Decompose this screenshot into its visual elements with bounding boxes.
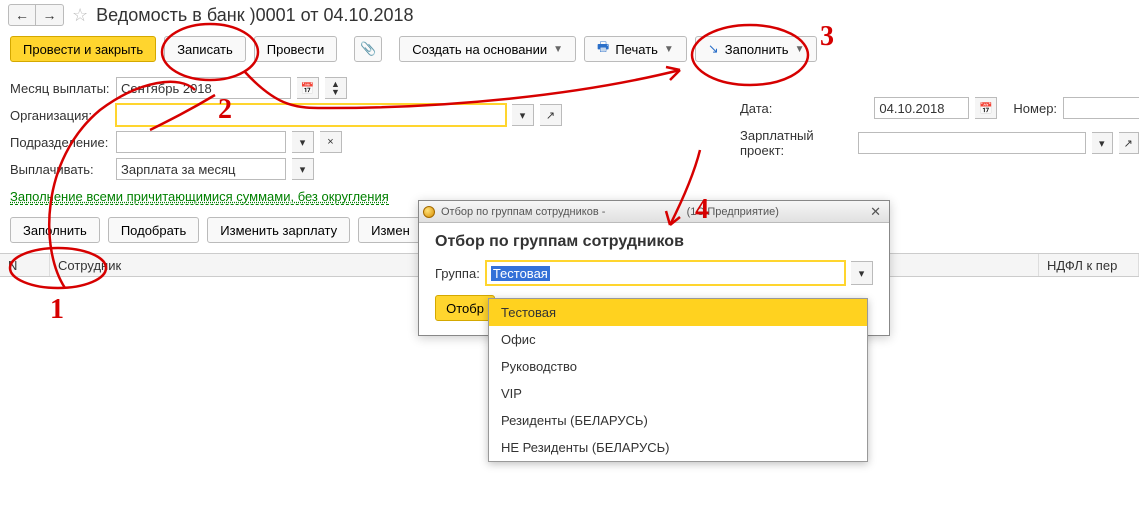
month-label: Месяц выплаты: (10, 81, 110, 96)
chevron-down-icon: ▼ (553, 44, 563, 55)
fill-button[interactable]: Заполнить (10, 217, 100, 243)
dropdown-icon[interactable]: ▾ (292, 131, 314, 153)
org-label: Организация: (10, 108, 110, 123)
calendar-icon[interactable]: 📅 (975, 97, 997, 119)
clear-icon[interactable]: × (320, 131, 342, 153)
favorite-star-icon[interactable]: ☆ (72, 5, 88, 26)
create-based-on-button[interactable]: Создать на основании ▼ (399, 36, 576, 62)
group-input[interactable]: Тестовая (486, 261, 845, 285)
month-input[interactable]: Сентябрь 2018 (116, 77, 291, 99)
group-value-selected: Тестовая (491, 266, 550, 281)
printer-icon: 🖶 (597, 38, 609, 60)
fill-settings-link[interactable]: Заполнение всеми причитающимися суммами,… (10, 189, 389, 205)
chevron-down-icon: ▼ (795, 44, 805, 55)
fill-label: Заполнить (725, 42, 789, 57)
app-icon (423, 206, 435, 218)
close-icon[interactable]: ✕ (866, 204, 885, 220)
project-label: Зарплатный проект: (740, 128, 852, 158)
print-button[interactable]: 🖶 Печать ▼ (584, 36, 687, 62)
open-icon[interactable]: ↗ (1119, 132, 1139, 154)
select-button[interactable]: Отобр (435, 295, 495, 321)
dropdown-item[interactable]: Офис (489, 326, 867, 353)
dropdown-item[interactable]: Тестовая (489, 299, 867, 326)
dropdown-item[interactable]: Резиденты (БЕЛАРУСЬ) (489, 407, 867, 434)
edit-button-truncated[interactable]: Измен (358, 217, 423, 243)
edit-salary-button[interactable]: Изменить зарплату (207, 217, 350, 243)
attach-button[interactable]: 📎 (354, 36, 382, 62)
dept-label: Подразделение: (10, 135, 110, 150)
date-label: Дата: (740, 101, 772, 116)
dropdown-icon[interactable]: ▾ (851, 261, 873, 285)
pay-input[interactable]: Зарплата за месяц (116, 158, 286, 180)
dropdown-item[interactable]: Руководство (489, 353, 867, 380)
dialog-heading: Отбор по группам сотрудников (435, 233, 873, 251)
dropdown-icon[interactable]: ▾ (1092, 132, 1112, 154)
save-button[interactable]: Записать (164, 36, 246, 62)
stepper-icon[interactable]: ▲▼ (325, 77, 347, 99)
create-based-on-label: Создать на основании (412, 42, 547, 57)
page-title: Ведомость в банк )0001 от 04.10.2018 (96, 5, 413, 26)
dropdown-icon[interactable]: ▾ (292, 158, 314, 180)
date-input[interactable]: 04.10.2018 (874, 97, 969, 119)
dropdown-icon[interactable]: ▾ (512, 104, 534, 126)
number-label: Номер: (1013, 101, 1057, 116)
chevron-down-icon: ▼ (664, 44, 674, 55)
print-label: Печать (615, 42, 658, 57)
back-button[interactable]: ← (8, 4, 36, 26)
project-input[interactable] (858, 132, 1086, 154)
group-label: Группа: (435, 266, 480, 281)
dialog-window-title: Отбор по группам сотрудников - (441, 206, 605, 218)
post-button[interactable]: Провести (254, 36, 338, 62)
number-input[interactable] (1063, 97, 1139, 119)
forward-button[interactable]: → (36, 4, 64, 26)
dropdown-item[interactable]: НЕ Резиденты (БЕЛАРУСЬ) (489, 434, 867, 461)
col-ndfl: НДФЛ к пер (1039, 254, 1139, 276)
pay-label: Выплачивать: (10, 162, 110, 177)
dropdown-item[interactable]: VIP (489, 380, 867, 407)
arrow-down-icon: ↘ (708, 41, 719, 57)
fill-button-toolbar[interactable]: ↘ Заполнить ▼ (695, 36, 818, 62)
dialog-window-subtitle: (1С:Предприятие) (687, 206, 779, 218)
open-icon[interactable]: ↗ (540, 104, 562, 126)
col-n: N (0, 254, 50, 276)
pick-button[interactable]: Подобрать (108, 217, 199, 243)
annotation-1: 1 (50, 294, 64, 325)
org-input[interactable] (116, 104, 506, 126)
calendar-icon[interactable]: 📅 (297, 77, 319, 99)
dept-input[interactable] (116, 131, 286, 153)
group-dropdown-list: Тестовая Офис Руководство VIP Резиденты … (488, 298, 868, 462)
post-and-close-button[interactable]: Провести и закрыть (10, 36, 156, 62)
